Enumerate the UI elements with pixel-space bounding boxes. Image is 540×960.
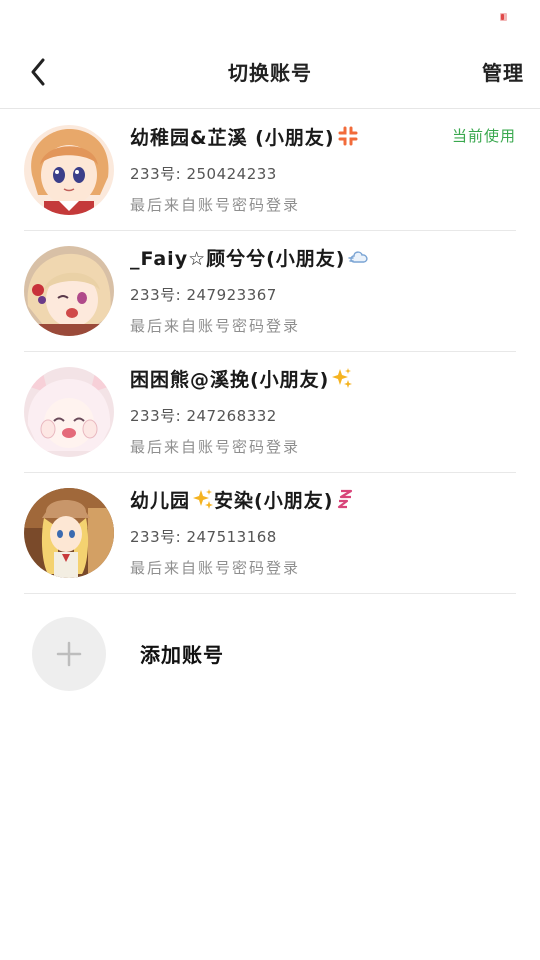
account-id: 233号: 247513168 xyxy=(130,528,277,546)
sparkles-icon xyxy=(332,368,353,388)
avatar xyxy=(24,367,114,457)
account-id: 233号: 247923367 xyxy=(130,286,277,304)
login-info: 最后来自账号密码登录 xyxy=(130,196,301,214)
status-bar xyxy=(0,0,540,36)
login-info: 最后来自账号密码登录 xyxy=(130,438,301,456)
account-list: 幼稚园&芷溪 (小朋友) 233号: 250424233 最后来自账号密码登录 … xyxy=(0,110,540,594)
avatar xyxy=(24,488,114,578)
anger-symbol-icon xyxy=(338,126,358,146)
account-name: 困困熊@溪挽(小朋友) xyxy=(130,365,353,392)
add-account-button[interactable]: 添加账号 xyxy=(32,617,512,691)
manage-button[interactable]: 管理 xyxy=(482,57,524,86)
plus-icon xyxy=(56,641,82,667)
account-name: 幼稚园&芷溪 (小朋友) xyxy=(130,123,359,150)
account-item[interactable]: 幼稚园&芷溪 (小朋友) 233号: 250424233 最后来自账号密码登录 … xyxy=(24,110,516,231)
account-item[interactable]: _Faiy☆顾兮兮(小朋友) 233号: 247923367 最后来自账号密码登… xyxy=(24,231,516,352)
account-name: _Faiy☆顾兮兮(小朋友) xyxy=(130,244,370,271)
account-item[interactable]: 幼儿园 安染(小朋友) 233号: 247513168 最后来自账号密码登录 xyxy=(24,473,516,594)
add-account-label: 添加账号 xyxy=(140,643,224,667)
current-account-badge: 当前使用 xyxy=(451,127,516,145)
account-id: 233号: 250424233 xyxy=(130,165,277,183)
avatar xyxy=(24,125,114,215)
zzz-icon xyxy=(338,489,353,509)
nav-bar: 切换账号 管理 xyxy=(0,36,540,109)
avatar xyxy=(24,246,114,336)
add-account-circle xyxy=(32,617,106,691)
login-info: 最后来自账号密码登录 xyxy=(130,317,301,335)
page-title: 切换账号 xyxy=(228,61,312,85)
account-id: 233号: 247268332 xyxy=(130,407,277,425)
login-info: 最后来自账号密码登录 xyxy=(130,559,301,577)
sparkles-icon xyxy=(193,489,214,509)
battery-icon xyxy=(500,13,507,21)
dash-cloud-icon xyxy=(347,251,368,263)
account-item[interactable]: 困困熊@溪挽(小朋友) 233号: 247268332 最后来自账号密码登录 xyxy=(24,352,516,473)
account-name: 幼儿园 安染(小朋友) xyxy=(130,486,357,513)
